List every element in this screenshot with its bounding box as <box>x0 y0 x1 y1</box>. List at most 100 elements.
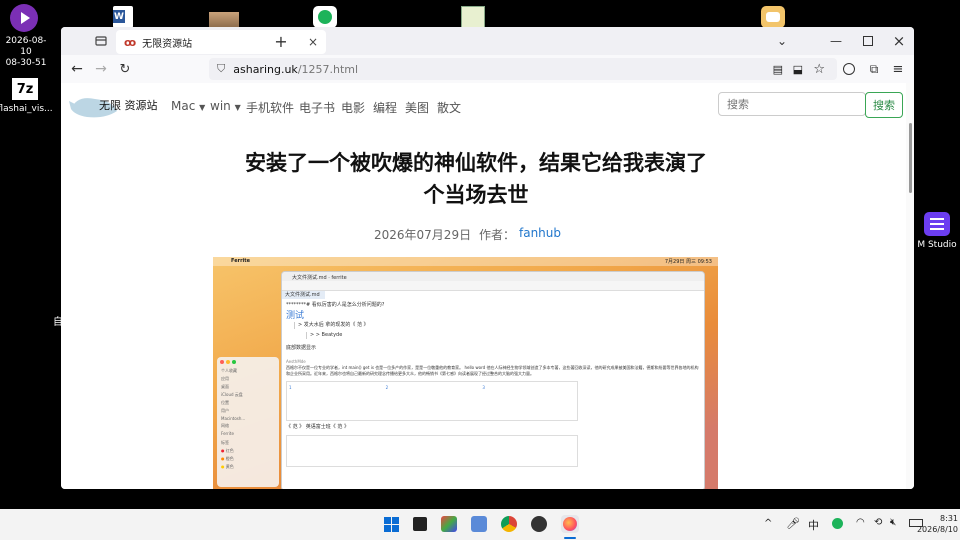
word-doc-icon: W <box>113 6 133 28</box>
desktop-icon-chat[interactable] <box>761 6 785 28</box>
finder-sidebar-item[interactable]: 应用 <box>217 375 279 383</box>
site-search-button[interactable]: 搜索 <box>865 92 903 118</box>
editor-section: 底部数据显示 <box>286 345 317 351</box>
page-scrollbar[interactable] <box>906 83 914 489</box>
account-icon[interactable] <box>841 61 857 77</box>
article-title: 安装了一个被吹爆的神仙软件，结果它给我表演了 个当场去世 <box>211 147 741 211</box>
taskbar-app2-icon[interactable] <box>531 516 547 532</box>
firefox-active-indicator <box>564 537 576 539</box>
extensions-icon[interactable]: ⧉ <box>866 61 882 77</box>
finder-sidebar-item[interactable]: 个人收藏 <box>217 367 279 375</box>
finder-sidebar: 个人收藏 应用 桌面 iCloud 云盘 位置 用户 Macintosh... … <box>217 357 279 487</box>
tray-chevron-up-icon[interactable]: ^ <box>764 518 772 529</box>
finder-sidebar-item[interactable]: Macintosh... <box>217 415 279 422</box>
site-logo[interactable]: 无限 资源站 <box>69 89 159 121</box>
close-tab-icon[interactable]: × <box>308 35 318 49</box>
nav-item-win[interactable]: win ▼ <box>210 99 241 113</box>
desktop-icon-image[interactable] <box>209 12 239 28</box>
desktop-icon-media-player[interactable] <box>10 4 38 32</box>
back-arrow-icon[interactable]: ← <box>69 61 85 77</box>
tray-green-app-icon[interactable] <box>832 518 843 529</box>
tray-ime-indicator[interactable]: 中 <box>808 517 819 533</box>
site-header: 无限 资源站 Mac ▼ win ▼ 手机软件 电子书 电影 编程 美图 散文 … <box>61 83 906 125</box>
nav-item-essays[interactable]: 散文 <box>437 99 461 116</box>
address-bar[interactable]: ⛉ asharing.uk/1257.html ▤ ⬓ ☆ <box>209 58 837 80</box>
url-domain: asharing.uk <box>233 62 298 76</box>
article-author-label: 作者： <box>479 228 516 242</box>
finder-tag-yellow[interactable]: ● 黄色 <box>217 463 279 471</box>
finder-sidebar-item[interactable]: Ferrite <box>217 430 279 437</box>
editor-line-1: ********# 看似厉害的人是怎么分析问题的? <box>286 302 385 308</box>
minimize-button[interactable]: — <box>828 33 844 49</box>
desktop-icon-green-app[interactable] <box>313 6 337 28</box>
desktop-clock-time: 08-30-51 <box>5 58 47 68</box>
list-tabs-chevron-icon[interactable]: ⌄ <box>774 33 790 49</box>
reload-icon[interactable]: ↻ <box>117 61 133 77</box>
article-screenshot: Ferrite 7月29日 周三 09:53 个人收藏 应用 桌面 iCloud… <box>213 257 718 489</box>
taskbar-taskview-icon[interactable] <box>413 517 427 531</box>
finder-sidebar-item[interactable]: 桌面 <box>217 383 279 391</box>
tray-wifi-icon[interactable]: ◠ <box>856 517 865 528</box>
url-path: /1257.html <box>297 62 359 76</box>
desktop-icon-word[interactable]: W <box>113 6 133 28</box>
maximize-button[interactable] <box>860 33 876 49</box>
tray-date: 2026/8/10 <box>916 525 958 534</box>
nav-item-ebooks[interactable]: 电子书 <box>299 99 335 116</box>
site-search-input[interactable] <box>718 92 866 116</box>
desktop-icon-7z[interactable]: 7z flashai_vis... <box>0 78 53 114</box>
finder-tag-red[interactable]: ● 红色 <box>217 447 279 455</box>
mac-menubar: Ferrite 7月29日 周三 09:53 <box>213 257 718 266</box>
tab-bar: ꝏ 无限资源站 × + ⌄ — × <box>61 27 914 55</box>
reader-view-icon[interactable]: ▤ <box>773 63 783 76</box>
nav-item-mac[interactable]: Mac ▼ <box>171 99 205 113</box>
taskbar-chrome-icon[interactable] <box>501 516 517 532</box>
editor-footer-line: 《 范 》 英语富士班《 范 》 <box>286 424 349 430</box>
start-windows-icon[interactable] <box>384 517 399 532</box>
taskbar-photos-icon[interactable] <box>471 516 487 532</box>
article-date: 2026年07月29日 <box>374 228 472 242</box>
tab-title: 无限资源站 <box>142 38 193 50</box>
finder-sidebar-item[interactable]: 用户 <box>217 407 279 415</box>
bookmark-star-icon[interactable]: ☆ <box>813 62 825 77</box>
scrollbar-thumb[interactable] <box>908 123 912 193</box>
editor-table-2 <box>286 435 578 467</box>
new-tab-button[interactable]: + <box>272 32 290 51</box>
close-window-button[interactable]: × <box>890 32 908 50</box>
forward-arrow-icon[interactable]: → <box>93 61 109 77</box>
nav-item-movies[interactable]: 电影 <box>341 99 365 116</box>
editor-small-text: AesthMde <box>286 359 306 364</box>
caret-down-icon: ▼ <box>234 103 241 112</box>
desktop-clock-widget: 2026-08-10 08-30-51 <box>0 36 52 69</box>
browser-window: ꝏ 无限资源站 × + ⌄ — × ← → ↻ ⛉ asharing.uk/12… <box>61 27 914 489</box>
tray-clock[interactable]: 8:31 2026/8/10 <box>914 513 958 535</box>
nav-item-mobile-software[interactable]: 手机软件 <box>246 99 294 116</box>
editor-tab[interactable]: 大文件测试.md <box>282 291 325 299</box>
editor-table: 1 2 3 <box>286 381 578 421</box>
nav-item-programming[interactable]: 编程 <box>373 99 397 116</box>
taskbar-firefox-icon[interactable] <box>561 515 579 533</box>
tray-sync-icon[interactable]: ⟲ <box>874 517 882 528</box>
desktop-icon-studio-label: M Studio <box>917 240 957 250</box>
nav-item-pictures[interactable]: 美图 <box>405 99 429 116</box>
article-title-line2: 个当场去世 <box>423 183 529 207</box>
taskbar-app-icon[interactable] <box>441 516 457 532</box>
finder-tag-orange[interactable]: ● 橙色 <box>217 455 279 463</box>
windows-taskbar: ^ 🎤︎ 中 ◠ ⟲ 🔇︎ 8:31 2026/8/10 <box>0 509 960 540</box>
finder-sidebar-item[interactable]: 位置 <box>217 399 279 407</box>
article-author-link[interactable]: fanhub <box>519 226 561 240</box>
menu-hamburger-icon[interactable]: ≡ <box>890 61 906 77</box>
finder-sidebar-item[interactable]: iCloud 云盘 <box>217 391 279 399</box>
finder-sidebar-item[interactable]: 网络 <box>217 422 279 430</box>
editor-heading: 测试 <box>286 311 305 321</box>
save-to-pocket-icon[interactable]: ⬓ <box>793 63 803 76</box>
tab-overview-icon[interactable] <box>93 33 109 49</box>
desktop-icon-7z-label: flashai_vis... <box>0 104 53 114</box>
mac-menubar-clock: 7月29日 周三 09:53 <box>664 259 712 265</box>
tray-volume-mute-icon[interactable]: 🔇︎ <box>890 517 896 528</box>
tab-active[interactable]: ꝏ 无限资源站 × <box>116 30 326 54</box>
tray-microphone-icon[interactable]: 🎤︎ <box>786 517 800 530</box>
desktop-clock-date: 2026-08-10 <box>5 36 47 57</box>
tray-time: 8:31 <box>940 514 958 523</box>
desktop-icon-studio[interactable]: M Studio <box>914 212 960 250</box>
web-page: 无限 资源站 Mac ▼ win ▼ 手机软件 电子书 电影 编程 美图 散文 … <box>61 83 914 489</box>
